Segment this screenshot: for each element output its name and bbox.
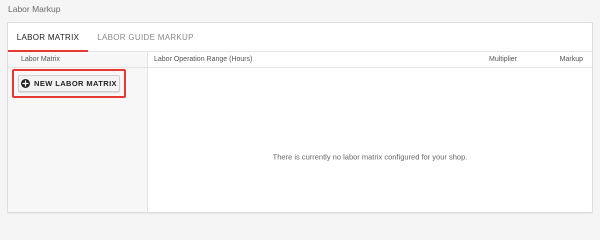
tab-labor-guide-markup[interactable]: LABOR GUIDE MARKUP [88, 23, 203, 51]
page-title: Labor Markup [8, 4, 61, 14]
new-labor-matrix-button[interactable]: NEW LABOR MATRIX [18, 75, 120, 92]
column-header-multiplier: Multiplier [489, 56, 518, 63]
new-button-highlight: NEW LABOR MATRIX [12, 69, 126, 98]
new-labor-matrix-label: NEW LABOR MATRIX [34, 79, 117, 88]
sidebar-header: Labor Matrix [8, 52, 147, 68]
labor-matrix-table: Labor Operation Range (Hours) Multiplier… [148, 52, 592, 212]
tab-bar: LABOR MATRIX LABOR GUIDE MARKUP [8, 23, 592, 52]
tab-labor-matrix[interactable]: LABOR MATRIX [8, 23, 88, 51]
table-header: Labor Operation Range (Hours) Multiplier… [148, 52, 592, 68]
empty-state-message: There is currently no labor matrix confi… [272, 152, 468, 162]
plus-circle-icon [21, 79, 31, 88]
sidebar: Labor Matrix NEW LABOR MATRIX [8, 52, 148, 212]
column-header-range: Labor Operation Range (Hours) [154, 56, 253, 63]
column-header-markup: Markup [559, 56, 583, 63]
labor-markup-card: LABOR MATRIX LABOR GUIDE MARKUP Labor Ma… [7, 22, 593, 213]
